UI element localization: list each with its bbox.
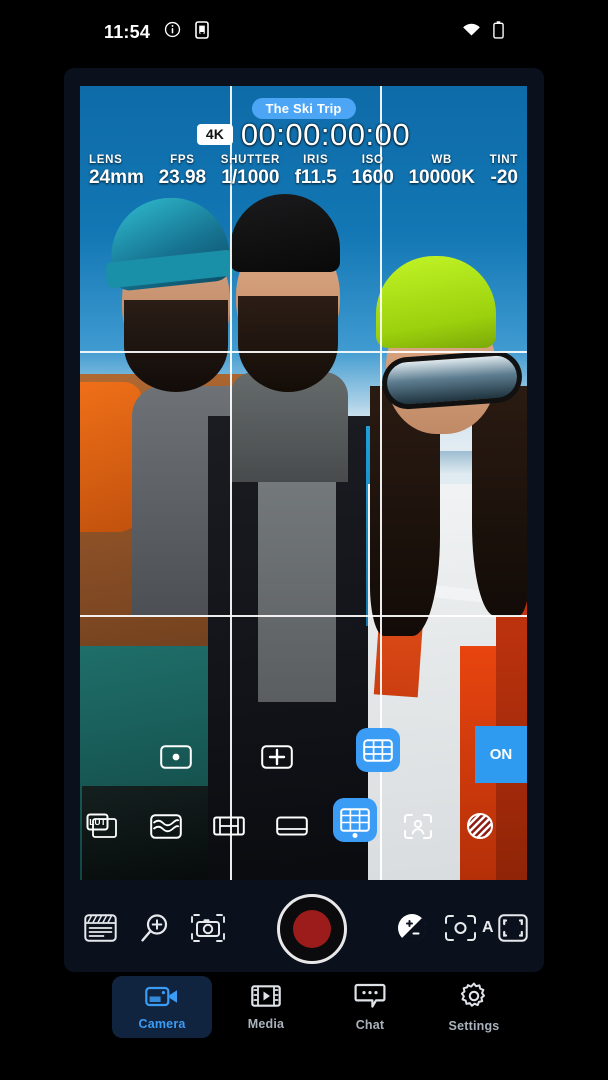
metering-fps-value: 23.98 bbox=[158, 167, 207, 188]
svg-text:LUT: LUT bbox=[89, 817, 106, 827]
camera-framing-icon[interactable] bbox=[190, 913, 226, 943]
resolution-badge[interactable]: 4K bbox=[196, 123, 233, 146]
grid-overlay-icon[interactable] bbox=[333, 798, 377, 842]
overlay-tools-top-row: ON bbox=[80, 726, 527, 788]
overlay-tools-bottom-row: LUT bbox=[80, 798, 527, 856]
center-cross-icon[interactable] bbox=[255, 735, 299, 779]
viewfinder[interactable]: The Ski Trip 4K 00:00:00:00 LENS 24mm FP… bbox=[80, 86, 527, 880]
status-bar: 11:54 bbox=[0, 0, 608, 64]
slate-icon[interactable] bbox=[84, 914, 117, 942]
timecode-row: 4K 00:00:00:00 bbox=[80, 119, 527, 150]
nav-item-settings[interactable]: Settings bbox=[424, 976, 524, 1038]
status-bar-clock: 11:54 bbox=[104, 21, 151, 42]
metering-tint-value: -20 bbox=[490, 167, 518, 188]
record-button-inner bbox=[293, 910, 331, 948]
metering-lens-label: LENS bbox=[89, 154, 123, 166]
zebra-stripes-icon[interactable] bbox=[458, 804, 502, 848]
metering-lens[interactable]: LENS 24mm bbox=[89, 154, 144, 189]
metering-shutter-value: 1/1000 bbox=[221, 167, 280, 188]
metering-readout: LENS 24mm FPS 23.98 SHUTTER 1/1000 IRIS … bbox=[89, 154, 518, 189]
battery-icon bbox=[493, 20, 504, 44]
video-camera-icon bbox=[145, 984, 179, 1013]
metering-wb-value: 10000K bbox=[408, 167, 475, 188]
record-button[interactable] bbox=[277, 894, 347, 964]
nav-item-media[interactable]: Media bbox=[216, 976, 316, 1038]
lut-icon[interactable]: LUT bbox=[80, 804, 124, 848]
wifi-icon bbox=[462, 22, 481, 42]
metering-iris-value: f11.5 bbox=[294, 167, 337, 188]
metering-lens-value: 24mm bbox=[89, 167, 144, 188]
metering-wb[interactable]: WB 10000K bbox=[408, 154, 475, 189]
timecode-display: 00:00:00:00 bbox=[240, 117, 411, 152]
waveform-icon[interactable] bbox=[144, 804, 188, 848]
grid-line-horizontal-1 bbox=[80, 351, 527, 353]
chat-bubble-icon bbox=[354, 983, 386, 1014]
nav-label-settings: Settings bbox=[448, 1018, 500, 1033]
metering-wb-label: WB bbox=[431, 154, 452, 166]
exposure-compensation-icon[interactable] bbox=[396, 912, 428, 944]
gear-icon bbox=[460, 982, 488, 1015]
zoom-in-icon[interactable] bbox=[138, 912, 170, 944]
metering-tint[interactable]: TINT -20 bbox=[490, 154, 518, 189]
metering-fps[interactable]: FPS 23.98 bbox=[159, 154, 207, 189]
metering-shutter-label: SHUTTER bbox=[220, 154, 280, 166]
grid-line-horizontal-2 bbox=[80, 615, 527, 617]
autofocus-icon[interactable] bbox=[444, 914, 478, 942]
info-icon bbox=[164, 21, 181, 43]
metering-iso-value: 1600 bbox=[351, 167, 394, 188]
expand-icon[interactable] bbox=[498, 914, 528, 942]
project-name-badge[interactable]: The Ski Trip bbox=[251, 98, 356, 119]
phone-download-icon bbox=[195, 20, 209, 44]
metering-fps-label: FPS bbox=[170, 154, 195, 166]
nav-item-camera[interactable]: Camera bbox=[112, 976, 212, 1038]
film-play-icon bbox=[251, 984, 281, 1013]
status-bar-left: 11:54 bbox=[104, 20, 209, 44]
frame-guide-icon[interactable] bbox=[207, 804, 251, 848]
metering-tint-label: TINT bbox=[489, 154, 518, 166]
metering-shutter[interactable]: SHUTTER 1/1000 bbox=[221, 154, 280, 189]
nav-label-chat: Chat bbox=[355, 1017, 385, 1032]
center-dot-icon[interactable] bbox=[154, 735, 198, 779]
metering-iso-label: ISO bbox=[361, 154, 384, 166]
letterbox-icon[interactable] bbox=[270, 804, 314, 848]
metering-iso[interactable]: ISO 1600 bbox=[352, 154, 394, 189]
nav-item-chat[interactable]: Chat bbox=[320, 976, 420, 1038]
overlay-toggle-on-button[interactable]: ON bbox=[475, 726, 527, 783]
bottom-nav: Camera Media Chat Settings bbox=[0, 976, 608, 1056]
nav-label-camera: Camera bbox=[138, 1016, 186, 1031]
face-detect-icon[interactable] bbox=[396, 804, 440, 848]
active-indicator-dot bbox=[352, 833, 358, 838]
metering-iris[interactable]: IRIS f11.5 bbox=[295, 154, 337, 189]
nav-label-media: Media bbox=[247, 1016, 285, 1031]
metering-iris-label: IRIS bbox=[303, 154, 329, 166]
status-bar-right bbox=[462, 20, 504, 44]
autofocus-mode-label: A bbox=[482, 919, 494, 936]
phone-screen: 11:54 The Ski Trip 4K 00:00:00:00 LENS 2… bbox=[0, 0, 608, 1080]
grid-guides-icon[interactable] bbox=[356, 728, 400, 772]
